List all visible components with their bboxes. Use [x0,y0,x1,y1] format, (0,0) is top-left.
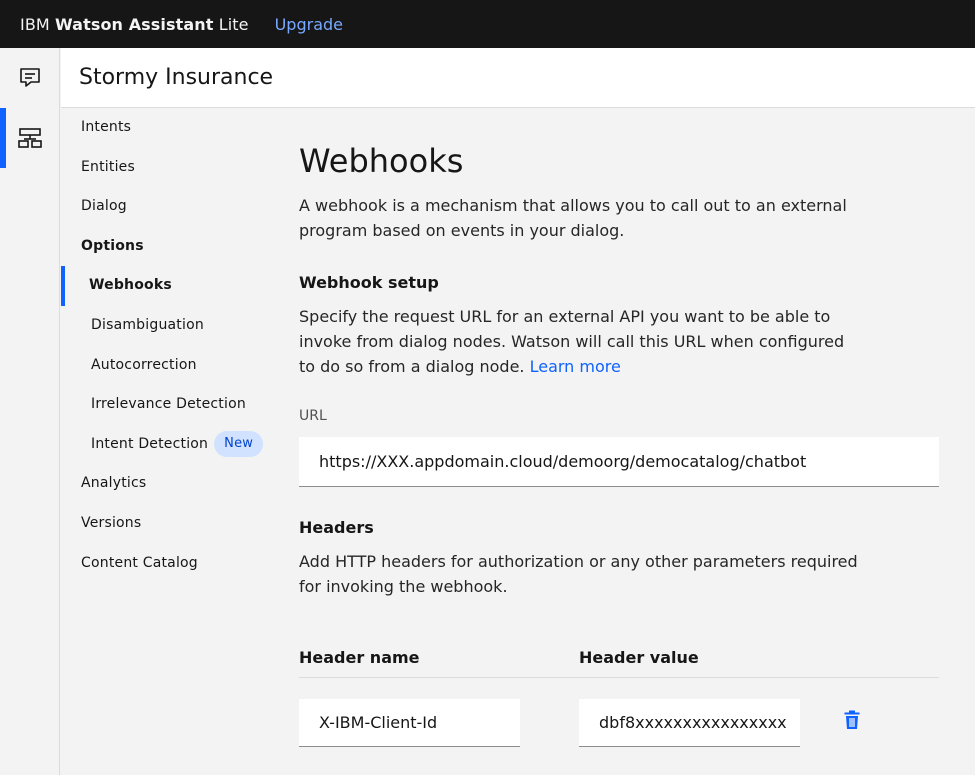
nav-item-disambiguation[interactable]: Disambiguation [61,306,271,346]
nav-item-intents[interactable]: Intents [61,108,271,148]
brand-plan: Lite [213,14,249,34]
learn-more-link[interactable]: Learn more [530,357,621,376]
nav-item-content-catalog[interactable]: Content Catalog [61,544,271,584]
headers-description: Add HTTP headers for authorization or an… [299,552,858,596]
nav-item-options[interactable]: Options [61,227,271,267]
webhook-setup-description: Specify the request URL for an external … [299,304,859,379]
chat-icon [20,68,40,87]
url-label: URL [299,408,327,424]
nav-item-autocorrection[interactable]: Autocorrection [61,346,271,386]
header-value-column: Header value [579,648,699,667]
rail-item-assistants[interactable] [0,48,60,108]
upgrade-link[interactable]: Upgrade [275,15,343,34]
header-name-input[interactable] [299,699,520,747]
nav-item-label: Intent Detection [91,435,209,452]
rail-item-skills[interactable] [0,108,60,168]
new-badge: New [214,430,264,457]
nav-item-intent-detection[interactable]: Intent Detection New [61,425,271,465]
webhook-setup-heading: Webhook setup [299,273,439,292]
brand-name: Watson Assistant [55,14,214,34]
nav-item-analytics[interactable]: Analytics [61,464,271,504]
nav-item-dialog[interactable]: Dialog [61,187,271,227]
divider [299,677,939,678]
options-sidebar: Intents Entities Dialog Options Webhooks… [61,108,271,583]
nav-item-entities[interactable]: Entities [61,148,271,188]
header-value-input[interactable] [579,699,800,747]
nav-item-webhooks[interactable]: Webhooks [61,266,271,306]
nav-item-versions[interactable]: Versions [61,504,271,544]
webhooks-intro: A webhook is a mechanism that allows you… [299,196,847,240]
headers-heading: Headers [299,518,374,537]
project-header: Stormy Insurance [61,48,975,108]
nav-item-irrelevance-detection[interactable]: Irrelevance Detection [61,385,271,425]
project-title: Stormy Insurance [79,65,274,90]
header-name-column: Header name [299,648,420,667]
skills-icon [18,128,42,148]
left-rail [0,48,60,775]
top-bar: IBM Watson Assistant Lite Upgrade [0,0,975,48]
url-input[interactable] [299,437,939,487]
brand-prefix: IBM [20,14,55,34]
page-title: Webhooks [299,142,464,180]
trash-icon[interactable] [844,710,860,730]
product-brand: IBM Watson Assistant Lite [20,15,249,34]
